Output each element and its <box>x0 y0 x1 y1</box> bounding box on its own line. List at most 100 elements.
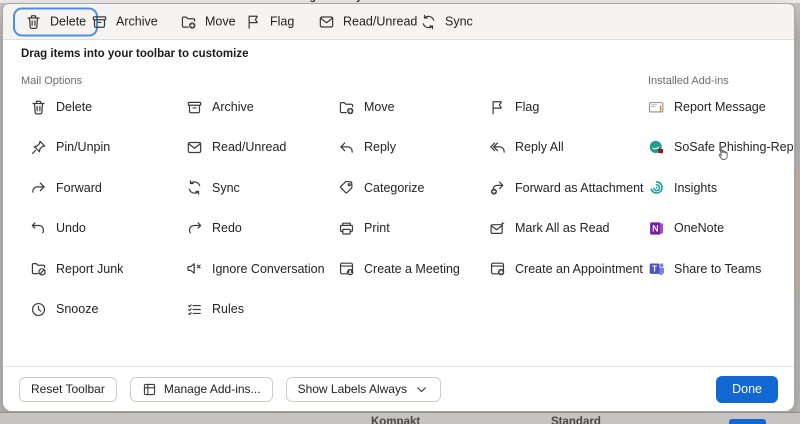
mail-option-sync[interactable]: Sync <box>186 172 240 204</box>
toolbar-item-label: Read/Unread <box>343 15 417 29</box>
flag-icon <box>489 99 506 116</box>
mail-option-flag[interactable]: Flag <box>489 91 539 123</box>
pin-icon <box>30 139 47 156</box>
addin-label: Share to Teams <box>674 262 761 276</box>
mail-option-reply[interactable]: Reply <box>338 131 396 163</box>
mail-option-label: Create a Meeting <box>364 262 460 276</box>
toolbar-item-read-unread[interactable]: Read/Unread <box>318 13 417 30</box>
current-toolbar-strip: Delete Archive Move Flag Read/Unread Sync <box>3 4 794 40</box>
mail-option-ignore-conversation[interactable]: Ignore Conversation <box>186 253 325 285</box>
flag-icon <box>245 13 262 30</box>
addin-report-message[interactable]: Report Message <box>648 91 766 123</box>
mail-option-move[interactable]: Move <box>338 91 395 123</box>
show-labels-dropdown[interactable]: Show Labels Always <box>286 377 441 402</box>
mail-option-forward[interactable]: Forward <box>30 172 102 204</box>
mail-option-label: Reply <box>364 140 396 154</box>
mail-option-reply-all[interactable]: Reply All <box>489 131 564 163</box>
toolbar-item-delete[interactable]: Delete <box>13 7 98 36</box>
mail-option-label: Move <box>364 100 395 114</box>
toolbar-item-label: Sync <box>445 15 473 29</box>
mail-option-label: Archive <box>212 100 254 114</box>
addin-insights[interactable]: Insights <box>648 172 717 204</box>
mail-option-pin-unpin[interactable]: Pin/Unpin <box>30 131 110 163</box>
manage-addins-button[interactable]: Manage Add-ins... <box>130 377 273 402</box>
report-message-icon <box>648 99 665 116</box>
addin-label: Insights <box>674 181 717 195</box>
mail-option-label: Undo <box>56 221 86 235</box>
done-button[interactable]: Done <box>716 376 778 403</box>
mail-icon <box>186 139 203 156</box>
mail-option-read-unread[interactable]: Read/Unread <box>186 131 286 163</box>
mail-option-label: Reply All <box>515 140 564 154</box>
archive-icon <box>186 99 203 116</box>
addin-label: Report Message <box>674 100 766 114</box>
undo-icon <box>30 220 47 237</box>
dialog-instruction: Drag items into your toolbar to customiz… <box>21 48 248 60</box>
mail-option-label: Snooze <box>56 302 98 316</box>
mail-option-label: Delete <box>56 100 92 114</box>
reply-all-icon <box>489 139 506 156</box>
mail-option-snooze[interactable]: Snooze <box>30 293 98 325</box>
mail-option-categorize[interactable]: Categorize <box>338 172 424 204</box>
mail-option-delete[interactable]: Delete <box>30 91 92 123</box>
chevron-down-icon <box>414 382 429 397</box>
reply-icon <box>338 139 355 156</box>
customize-toolbar-dialog: Delete Archive Move Flag Read/Unread Sync Dra… <box>2 3 795 412</box>
addin-onenote[interactable]: NOneNote <box>648 212 724 244</box>
mail-option-label: Redo <box>212 221 242 235</box>
forward-icon <box>30 179 47 196</box>
report-junk-icon <box>30 260 47 277</box>
sync-icon <box>420 13 437 30</box>
tag-icon <box>338 179 355 196</box>
mail-option-label: Rules <box>212 302 244 316</box>
mail-option-forward-as-attachment[interactable]: Forward as Attachment <box>489 172 644 204</box>
print-icon <box>338 220 355 237</box>
mail-option-mark-all-as-read[interactable]: Mark All as Read <box>489 212 609 244</box>
mail-option-create-a-meeting[interactable]: Create a Meeting <box>338 253 460 285</box>
mail-option-label: Mark All as Read <box>515 221 609 235</box>
toolbar-item-move[interactable]: Move <box>180 13 236 30</box>
mail-icon <box>318 13 335 30</box>
svg-text:T: T <box>652 265 657 274</box>
mail-option-print[interactable]: Print <box>338 212 390 244</box>
toolbar-item-sync[interactable]: Sync <box>420 13 473 30</box>
sync-icon <box>186 179 203 196</box>
create-appointment-icon <box>489 260 506 277</box>
toolbar-item-archive[interactable]: Archive <box>91 13 158 30</box>
mail-option-label: Sync <box>212 181 240 195</box>
manage-addins-label: Manage Add-ins... <box>164 382 261 396</box>
snooze-icon <box>30 301 47 318</box>
mail-option-undo[interactable]: Undo <box>30 212 86 244</box>
mail-option-label: Categorize <box>364 181 424 195</box>
teams-icon: T <box>648 260 665 277</box>
screen: FocusedOtherHigh Priority Parcel DeleteA… <box>0 0 800 424</box>
mark-all-read-icon <box>489 220 506 237</box>
move-icon <box>180 13 197 30</box>
mail-option-report-junk[interactable]: Report Junk <box>30 253 123 285</box>
mail-option-label: Flag <box>515 100 539 114</box>
sosafe-icon <box>648 139 665 156</box>
background-edge-sliver <box>796 170 800 290</box>
mail-option-create-an-appointment[interactable]: Create an Appointment <box>489 253 643 285</box>
reset-toolbar-label: Reset Toolbar <box>31 382 105 396</box>
mail-option-label: Pin/Unpin <box>56 140 110 154</box>
mail-option-redo[interactable]: Redo <box>186 212 242 244</box>
addin-share-to-teams[interactable]: T Share to Teams <box>648 253 761 285</box>
trash-icon <box>30 99 47 116</box>
mail-option-label: Forward as Attachment <box>515 181 644 195</box>
background-blue-button-sliver <box>729 419 766 424</box>
reset-toolbar-button[interactable]: Reset Toolbar <box>19 377 117 402</box>
trash-icon <box>25 13 42 30</box>
grid-icon <box>142 382 157 397</box>
insights-icon <box>648 179 665 196</box>
toolbar-item-label: Move <box>205 15 236 29</box>
toolbar-item-flag[interactable]: Flag <box>245 13 294 30</box>
toolbar-item-label: Archive <box>116 15 158 29</box>
background-text-fragment: Kompakt <box>371 416 420 424</box>
mail-option-rules[interactable]: Rules <box>186 293 244 325</box>
mail-option-archive[interactable]: Archive <box>186 91 254 123</box>
background-text-fragment: Standard <box>551 416 601 424</box>
create-meeting-icon <box>338 260 355 277</box>
toolbar-item-label: Delete <box>50 15 86 29</box>
archive-icon <box>91 13 108 30</box>
